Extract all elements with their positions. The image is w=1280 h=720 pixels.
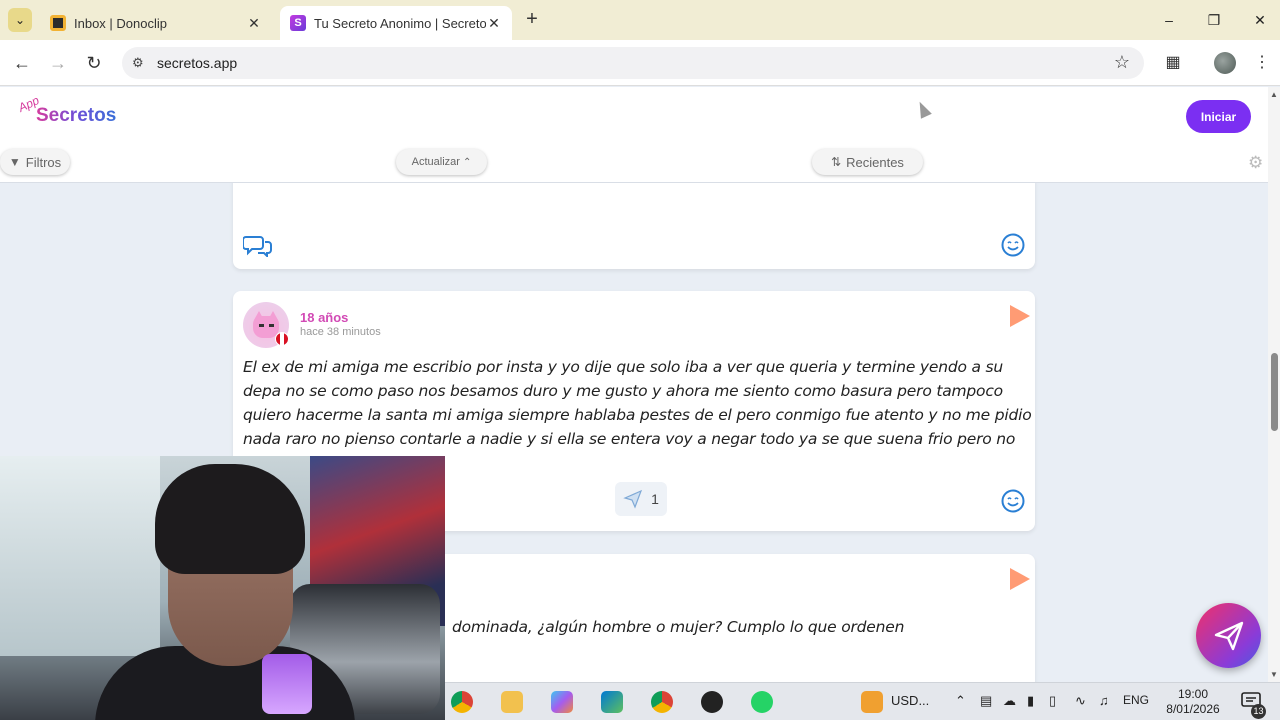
notification-count: 13 <box>1251 704 1266 719</box>
webcam-person-hair <box>155 464 305 574</box>
send-plane-icon <box>1214 621 1243 650</box>
new-secret-button[interactable] <box>1196 603 1261 668</box>
site-logo[interactable]: Secretos <box>36 105 116 127</box>
avatar-eye <box>259 324 264 327</box>
refresh-button[interactable]: Actualizar ⌃ <box>396 149 487 175</box>
reload-icon[interactable]: ↻ <box>81 50 107 76</box>
scrollbar-thumb[interactable] <box>1271 353 1278 431</box>
tray-battery-icon[interactable]: ▯ <box>1049 693 1056 709</box>
clock-date: 8/01/2026 <box>1166 702 1220 716</box>
post-card <box>233 183 1035 269</box>
chrome-profile-icon[interactable] <box>651 691 673 713</box>
new-tab-button[interactable]: + <box>520 8 544 32</box>
like-count: 1 <box>651 491 659 507</box>
tray-device-icon[interactable]: ▤ <box>980 693 992 709</box>
tab-donoclip[interactable]: Inbox | Donoclip ✕ <box>40 6 272 40</box>
report-flag-icon[interactable] <box>1010 568 1030 590</box>
browser-tab-strip: ⌄ Inbox | Donoclip ✕ S Tu Secreto Anonim… <box>0 0 1280 40</box>
window-close-icon[interactable]: ✕ <box>1237 6 1280 34</box>
report-flag-icon[interactable] <box>1010 305 1030 327</box>
secret-text: dominada, ¿algún hombre o mujer? Cumplo … <box>452 618 905 636</box>
extensions-puzzle-icon[interactable]: ▦ <box>1161 51 1185 75</box>
sort-button[interactable]: ⇅ Recientes <box>812 149 923 175</box>
profile-avatar[interactable] <box>1214 52 1236 74</box>
tray-usb-icon[interactable]: ▮ <box>1027 693 1034 709</box>
donoclip-favicon-icon <box>50 15 66 31</box>
close-icon[interactable]: ✕ <box>246 15 262 32</box>
sort-label: Recientes <box>846 154 904 170</box>
webcam-overlay <box>0 456 445 720</box>
paper-plane-icon <box>623 489 643 509</box>
avatar-eye <box>269 324 274 327</box>
currency-widget[interactable]: USD... <box>891 693 929 708</box>
like-button[interactable]: 1 <box>615 482 667 516</box>
filters-button[interactable]: ▼ Filtros <box>0 149 70 175</box>
settings-gear-icon[interactable]: ⚙ <box>1248 153 1263 173</box>
address-bar[interactable]: ⚙ secretos.app ☆ <box>122 47 1144 79</box>
scroll-up-arrow-icon[interactable]: ▲ <box>1270 90 1278 99</box>
scroll-down-arrow-icon[interactable]: ▼ <box>1270 670 1278 679</box>
site-info-icon[interactable]: ⚙ <box>132 55 148 71</box>
copilot-icon[interactable] <box>551 691 573 713</box>
site-header: App Secretos Iniciar ▼ Filtros Actualiza… <box>0 87 1268 183</box>
store-icon[interactable] <box>601 691 623 713</box>
tab-title: Tu Secreto Anonimo | Secretos <box>314 15 486 31</box>
volume-icon[interactable]: ♫ <box>1099 693 1109 708</box>
forward-arrow-icon[interactable]: → <box>45 50 71 76</box>
comments-icon[interactable] <box>243 233 273 257</box>
funnel-icon: ▼ <box>8 155 21 169</box>
post-time: hace 38 minutos <box>300 326 381 338</box>
bookmark-star-icon[interactable]: ☆ <box>1114 52 1130 73</box>
tray-chevron-icon[interactable]: ⌃ <box>955 693 966 709</box>
reaction-smiley-icon[interactable] <box>1001 489 1025 513</box>
tray-cloud-icon[interactable]: ☁ <box>1003 693 1016 709</box>
system-clock[interactable]: 19:00 8/01/2026 <box>1163 687 1223 717</box>
peru-flag-icon <box>275 332 289 346</box>
refresh-label: Actualizar <box>411 156 460 168</box>
browser-toolbar: ← → ↻ ⚙ secretos.app ☆ ▦ ⋮ <box>0 40 1280 86</box>
reaction-smiley-icon[interactable] <box>1001 233 1025 257</box>
windows-taskbar: USD... ⌃ ▤ ☁ ▮ ▯ ∿ ♫ ENG 19:00 8/01/2026… <box>445 682 1280 720</box>
close-icon[interactable]: ✕ <box>486 15 502 32</box>
secretos-favicon-icon: S <box>290 15 306 31</box>
clock-time: 19:00 <box>1177 687 1209 701</box>
language-indicator[interactable]: ENG <box>1123 693 1149 707</box>
restore-icon[interactable]: ❐ <box>1191 6 1237 34</box>
minimize-icon[interactable]: – <box>1146 6 1192 34</box>
chevron-up-icon: ⌃ <box>462 156 472 168</box>
tab-secretos[interactable]: S Tu Secreto Anonimo | Secretos ✕ <box>280 6 512 40</box>
whatsapp-icon[interactable] <box>751 691 773 713</box>
filters-label: Filtros <box>25 154 62 170</box>
chrome-icon[interactable] <box>451 691 473 713</box>
file-explorer-icon[interactable] <box>501 691 523 713</box>
webcam-lamp <box>262 654 312 714</box>
wifi-icon[interactable]: ∿ <box>1075 693 1086 709</box>
tab-title: Inbox | Donoclip <box>74 15 167 31</box>
webcam-wall <box>0 456 160 656</box>
menu-kebab-icon[interactable]: ⋮ <box>1250 51 1274 75</box>
sort-icon: ⇅ <box>831 155 842 169</box>
currency-widget-icon[interactable] <box>861 691 883 713</box>
tab-search-chevron-icon[interactable]: ⌄ <box>8 8 32 32</box>
back-arrow-icon[interactable]: ← <box>9 50 35 76</box>
obs-icon[interactable] <box>701 691 723 713</box>
url-text[interactable]: secretos.app <box>157 55 237 71</box>
author-age: 18 años <box>300 310 349 325</box>
login-button[interactable]: Iniciar <box>1186 100 1251 133</box>
